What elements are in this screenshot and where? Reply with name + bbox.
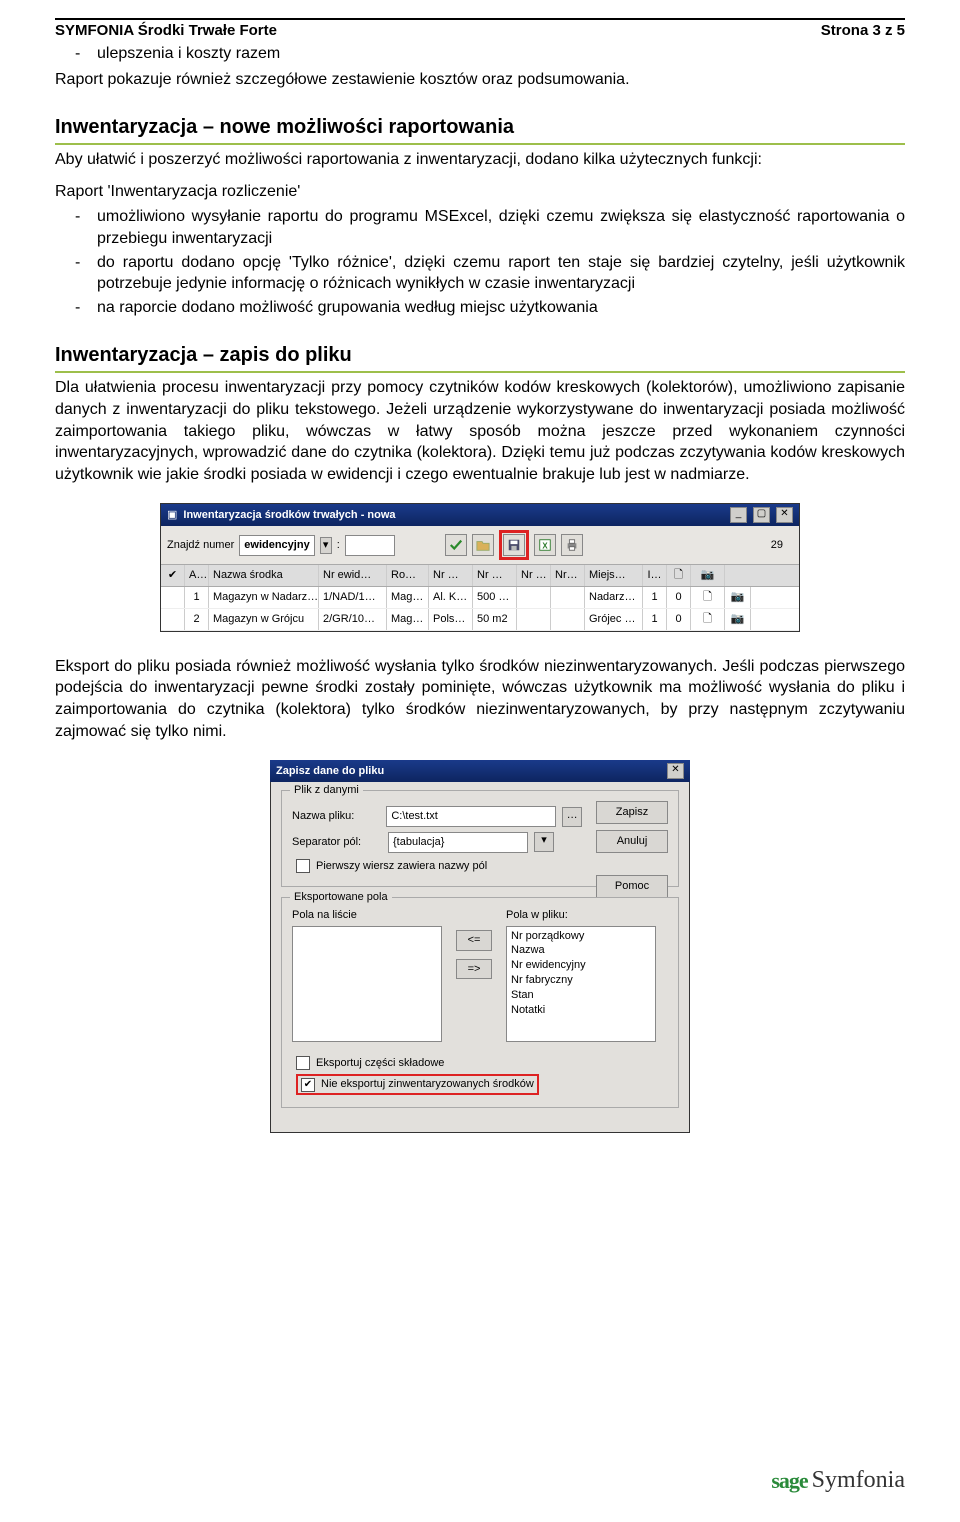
intro-bullet: ulepszenia i koszty razem [97, 43, 905, 65]
page-number: Strona 3 z 5 [821, 22, 905, 39]
export-parts-label: Eksportuj części składowe [316, 1056, 444, 1071]
col[interactable]: Nazwa środka [209, 565, 319, 586]
section2-p1: Dla ułatwienia procesu inwentaryzacji pr… [55, 377, 905, 485]
check-icon[interactable] [445, 534, 467, 556]
find-type-select[interactable]: ewidencyjny [239, 535, 314, 556]
screenshot-save-dialog: Zapisz dane do pliku ✕ Plik z danymi Zap… [270, 760, 690, 1133]
group-fields: Eksportowane pola Pola na liście <= => P… [281, 897, 679, 1109]
section1-title: Inwentaryzacja – nowe możliwości raporto… [55, 114, 905, 145]
browse-button[interactable]: … [562, 807, 582, 827]
open-icon[interactable] [472, 534, 494, 556]
maximize-icon[interactable]: ▢ [753, 507, 770, 523]
col[interactable]: 🗋 [667, 565, 691, 586]
list-item: na raporcie dodano możliwość grupowania … [97, 297, 905, 319]
firstrow-checkbox[interactable]: Pierwszy wiersz zawiera nazwy pól [296, 859, 582, 874]
section1-lead: Aby ułatwić i poszerzyć możliwości rapor… [55, 149, 905, 171]
separator-select[interactable]: {tabulacja} [388, 832, 528, 853]
col[interactable]: I… [643, 565, 667, 586]
find-input[interactable] [345, 535, 395, 556]
right-list-label: Pola w pliku: [506, 908, 656, 923]
firstrow-label: Pierwszy wiersz zawiera nazwy pól [316, 859, 487, 874]
skip-inventoried-label: Nie eksportuj zinwentaryzowanych środków [321, 1077, 534, 1092]
chevron-down-icon[interactable]: ▾ [320, 537, 332, 554]
toolbar: Znajdź numer ewidencyjny ▾ : X 29 [161, 526, 799, 565]
dialog-titlebar[interactable]: Zapisz dane do pliku ✕ [270, 760, 690, 782]
left-list-label: Pola na liście [292, 908, 442, 923]
dialog-title: Zapisz dane do pliku [276, 764, 384, 779]
move-left-button[interactable]: <= [456, 930, 492, 951]
separator-label: Separator pól: [292, 835, 382, 850]
col[interactable]: Nr… [551, 565, 585, 586]
highlight-skip-inventoried: ✔ Nie eksportuj zinwentaryzowanych środk… [296, 1074, 539, 1095]
table-row[interactable]: 1 Magazyn w Nadarz… 1/NAD/1… Mag… Al. K…… [161, 587, 799, 609]
window-title: Inwentaryzacja środków trwałych - nowa [183, 508, 395, 523]
col[interactable]: Nr ewid… [319, 565, 387, 586]
help-button[interactable]: Pomoc [596, 875, 668, 898]
list-item: umożliwiono wysyłanie raportu do program… [97, 206, 905, 249]
row-count: 29 [761, 536, 793, 555]
doc-icon: 🗋 [691, 587, 725, 608]
svg-text:X: X [542, 542, 548, 551]
chevron-down-icon[interactable]: ▾ [534, 832, 554, 852]
intro-list: ulepszenia i koszty razem [55, 43, 905, 65]
sage-logo-text: sage [771, 1468, 807, 1494]
camera-icon: 📷 [725, 587, 751, 608]
section2-p2: Eksport do pliku posiada również możliwo… [55, 656, 905, 742]
camera-icon: 📷 [725, 609, 751, 630]
table-row[interactable]: 2 Magazyn w Grójcu 2/GR/10… Mag… Pols… 5… [161, 609, 799, 631]
product-name: SYMFONIA Środki Trwałe Forte [55, 22, 277, 39]
footer-logo: sage Symfonia [771, 1467, 905, 1494]
section2-title: Inwentaryzacja – zapis do pliku [55, 342, 905, 373]
highlight-save [499, 530, 529, 560]
minimize-icon[interactable]: _ [730, 507, 747, 523]
col[interactable]: Nr … [473, 565, 517, 586]
group-file-label: Plik z danymi [290, 783, 363, 798]
col[interactable]: ✔ [161, 565, 185, 586]
move-right-button[interactable]: => [456, 959, 492, 980]
group-file: Plik z danymi Zapisz Anuluj Pomoc Nazwa … [281, 790, 679, 887]
list-item[interactable]: Nr porządkowy [511, 929, 651, 944]
excel-icon[interactable]: X [534, 534, 556, 556]
window-titlebar[interactable]: ▣ Inwentaryzacja środków trwałych - nowa… [161, 504, 799, 526]
left-listbox[interactable] [292, 926, 442, 1042]
col[interactable]: A… [185, 565, 209, 586]
cancel-button[interactable]: Anuluj [596, 830, 668, 853]
list-item: do raportu dodano opcję 'Tylko różnice',… [97, 252, 905, 295]
checkbox-icon[interactable] [296, 1056, 310, 1070]
intro-after: Raport pokazuje również szczegółowe zest… [55, 69, 905, 91]
filename-label: Nazwa pliku: [292, 809, 380, 824]
col[interactable]: Nr … [517, 565, 551, 586]
filename-input[interactable]: C:\test.txt [386, 806, 556, 827]
close-icon[interactable]: ✕ [667, 763, 684, 779]
close-icon[interactable]: ✕ [776, 507, 793, 523]
right-listbox[interactable]: Nr porządkowy Nazwa Nr ewidencyjny Nr fa… [506, 926, 656, 1042]
list-item[interactable]: Nr ewidencyjny [511, 958, 651, 973]
checkbox-icon[interactable]: ✔ [301, 1078, 315, 1092]
table-header[interactable]: ✔ A… Nazwa środka Nr ewid… Ro… Nr … Nr …… [161, 565, 799, 587]
save-button[interactable]: Zapisz [596, 801, 668, 824]
col[interactable]: Miejs… [585, 565, 643, 586]
col[interactable]: 📷 [691, 565, 725, 586]
export-parts-checkbox[interactable]: Eksportuj części składowe [296, 1056, 668, 1071]
save-icon[interactable] [503, 534, 525, 556]
list-item[interactable]: Notatki [511, 1003, 651, 1018]
col[interactable]: Ro… [387, 565, 429, 586]
list-item[interactable]: Nazwa [511, 943, 651, 958]
find-label: Znajdź numer [167, 538, 234, 553]
doc-icon: 🗋 [691, 609, 725, 630]
list-item[interactable]: Stan [511, 988, 651, 1003]
section1-sub: Raport 'Inwentaryzacja rozliczenie' [55, 181, 905, 203]
list-item[interactable]: Nr fabryczny [511, 973, 651, 988]
checkbox-icon[interactable] [296, 859, 310, 873]
screenshot-inventory-window: ▣ Inwentaryzacja środków trwałych - nowa… [160, 503, 800, 632]
group-fields-label: Eksportowane pola [290, 890, 392, 905]
section1-items: umożliwiono wysyłanie raportu do program… [55, 206, 905, 318]
app-icon: ▣ [167, 508, 177, 523]
col[interactable]: Nr … [429, 565, 473, 586]
print-icon[interactable] [561, 534, 583, 556]
symfonia-logo-text: Symfonia [812, 1467, 905, 1494]
page-header: SYMFONIA Środki Trwałe Forte Strona 3 z … [55, 18, 905, 39]
